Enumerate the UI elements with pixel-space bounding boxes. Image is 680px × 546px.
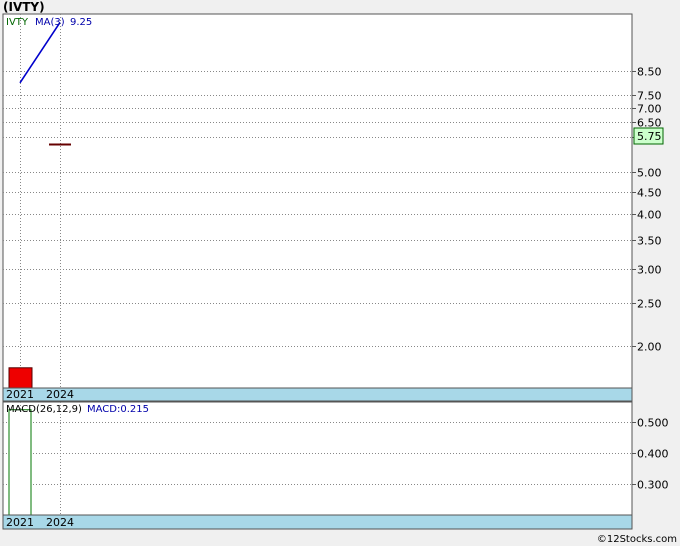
price-tick-label: 2.00 <box>637 341 662 354</box>
macd-tick-label: 0.500 <box>637 417 669 430</box>
x-tick-label: 2024 <box>46 516 74 529</box>
price-y-axis: 8.507.507.006.506.005.004.504.003.503.00… <box>632 66 662 354</box>
x-tick-label: 2021 <box>6 388 34 401</box>
price-x-axis-band <box>2 387 633 402</box>
price-tick-label: 4.00 <box>637 209 662 222</box>
macd-marks <box>8 409 32 516</box>
price-tick-label: 3.00 <box>637 264 662 277</box>
last-price-value: 5.75 <box>637 130 662 143</box>
chart: (IVTY) 8.507.507.006.506.005.004.504.003… <box>2 0 677 545</box>
chart-title: (IVTY) <box>3 0 45 14</box>
price-plot-area <box>2 13 633 389</box>
price-tick-label: 5.00 <box>637 167 662 180</box>
price-tick-label: 3.50 <box>637 235 662 248</box>
price-tick-label: 7.00 <box>637 103 662 116</box>
macd-tick-label: 0.400 <box>637 448 669 461</box>
watermark: ©12Stocks.com <box>597 534 677 545</box>
macd-bar <box>8 409 32 516</box>
price-tick-label: 7.50 <box>637 90 662 103</box>
macd-plot-area <box>2 401 633 516</box>
macd-tick-label: 0.300 <box>637 479 669 492</box>
last-price-badge: 5.75 <box>633 127 664 145</box>
price-legend: IVTY MA(3) 9.25 <box>6 17 92 28</box>
macd-legend-name: MACD(26,12,9) <box>6 404 82 415</box>
price-panel: 8.507.507.006.506.005.004.504.003.503.00… <box>2 13 664 402</box>
macd-panel: 0.500 0.400 0.300 2021 2024 MACD(26,12,9) M… <box>2 401 669 530</box>
macd-x-axis-band <box>2 514 633 530</box>
macd-y-axis: 0.500 0.400 0.300 <box>632 417 669 492</box>
price-tick-label: 2.50 <box>637 298 662 311</box>
macd-legend: MACD(26,12,9) MACD:0.215 <box>6 404 149 415</box>
legend-ticker: IVTY <box>6 17 29 28</box>
legend-ma-label: MA(3) <box>35 17 65 28</box>
macd-legend-value: MACD:0.215 <box>87 404 149 415</box>
legend-ma-value: 9.25 <box>70 17 92 28</box>
price-tick-label: 8.50 <box>637 66 662 79</box>
price-tick-label: 4.50 <box>637 187 662 200</box>
price-bar <box>8 367 33 389</box>
x-tick-label: 2024 <box>46 388 74 401</box>
x-tick-label: 2021 <box>6 516 34 529</box>
